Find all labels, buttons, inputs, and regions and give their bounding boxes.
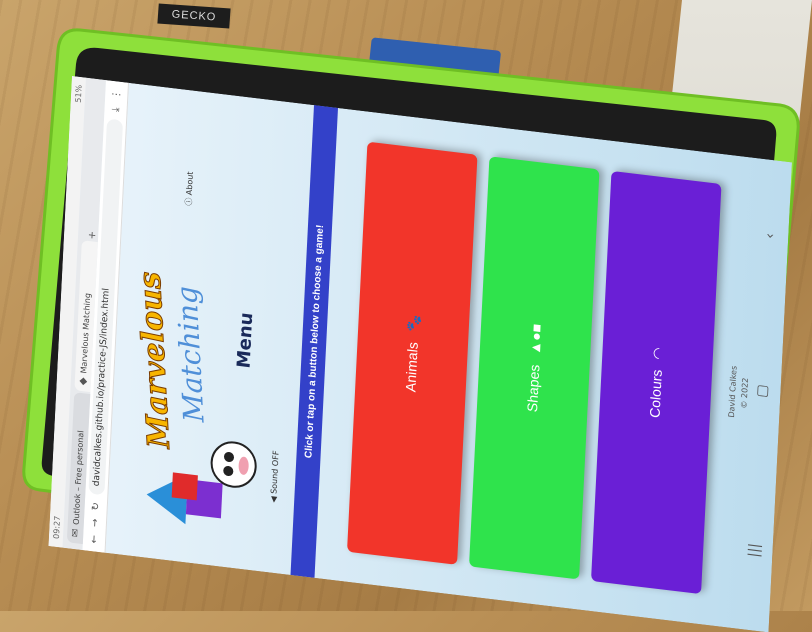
reload-icon[interactable]: ↻ xyxy=(90,502,101,512)
tablet-screen: 09:27 51% ✉ Outlook – Free personal ◆ Ma… xyxy=(48,76,793,632)
status-time: 09:27 xyxy=(51,515,62,540)
shapes-icon: ▲●■ xyxy=(526,322,545,356)
sound-toggle-label: Sound OFF xyxy=(269,450,281,495)
about-link[interactable]: ⓘ About xyxy=(183,171,196,207)
app-title-line2: Matching xyxy=(170,285,211,423)
animals-button-label: Animals xyxy=(402,341,421,393)
site-icon: ◆ xyxy=(77,376,89,386)
mail-icon: ✉ xyxy=(69,528,82,538)
paw-icon: 🐾 xyxy=(404,313,422,333)
about-label: About xyxy=(184,170,195,196)
more-menu-icon[interactable]: ⋮ xyxy=(111,89,123,100)
menu-heading: Menu xyxy=(233,311,258,370)
tablet: 09:27 51% ✉ Outlook – Free personal ◆ Ma… xyxy=(20,20,810,632)
back-icon[interactable]: ← xyxy=(88,534,99,544)
sound-toggle[interactable]: ◀ Sound OFF xyxy=(269,450,281,503)
recents-icon[interactable]: ||| xyxy=(746,542,763,558)
animals-button[interactable]: Animals 🐾 xyxy=(347,141,478,565)
app-header: Marvelous Matching Menu ◀ Sound OFF ⓘ Ab… xyxy=(106,83,320,576)
colours-button-label: Colours xyxy=(646,368,665,419)
tab-label: Marvelous Matching xyxy=(78,292,92,374)
new-tab-icon[interactable]: + xyxy=(87,230,98,240)
forward-icon[interactable]: → xyxy=(89,518,100,528)
speaker-icon: ◀ xyxy=(269,495,279,504)
game-buttons: Animals 🐾 Shapes ▲●■ Colours ◠ xyxy=(347,141,734,596)
tab-label: Outlook – Free personal xyxy=(71,429,85,526)
download-icon[interactable]: ⤓ xyxy=(110,107,121,113)
back-nav-icon[interactable]: ‹ xyxy=(762,232,778,240)
home-icon[interactable]: ▢ xyxy=(754,383,771,398)
colours-button[interactable]: Colours ◠ xyxy=(591,170,722,595)
rainbow-icon: ◠ xyxy=(648,346,666,361)
page-content: Marvelous Matching Menu ◀ Sound OFF ⓘ Ab… xyxy=(106,83,793,632)
shapes-button[interactable]: Shapes ▲●■ xyxy=(469,156,600,580)
info-icon: ⓘ xyxy=(184,197,194,207)
status-battery: 51% xyxy=(73,84,84,104)
shapes-button-label: Shapes xyxy=(524,363,543,413)
portrait-view: 09:27 51% ✉ Outlook – Free personal ◆ Ma… xyxy=(48,76,793,632)
